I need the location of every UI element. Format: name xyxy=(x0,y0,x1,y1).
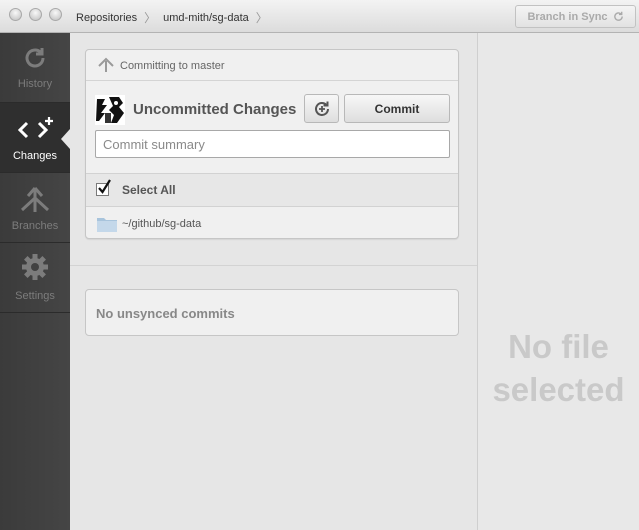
refresh-plus-icon xyxy=(314,101,329,116)
folder-icon xyxy=(97,218,117,232)
breadcrumb-repositories[interactable]: Repositories xyxy=(76,12,137,24)
sync-icon xyxy=(613,11,623,21)
uncommitted-changes-title: Uncommitted Changes xyxy=(133,101,297,118)
title-bar: Repositories 〉 umd-mith/sg-data 〉 Branch… xyxy=(0,0,639,33)
sidebar-item-label: History xyxy=(17,78,53,90)
sidebar-item-history[interactable]: History xyxy=(0,33,70,103)
discard-sync-button[interactable] xyxy=(304,94,339,123)
close-window-button[interactable] xyxy=(9,8,22,21)
select-all-row[interactable]: Select All xyxy=(86,173,458,207)
breadcrumb: Repositories 〉 umd-mith/sg-data 〉 xyxy=(76,9,275,26)
sidebar-item-label: Settings xyxy=(15,290,55,302)
active-indicator xyxy=(61,129,70,149)
no-file-selected-text: No file selected xyxy=(478,325,639,411)
branch-sync-button[interactable]: Branch in Sync xyxy=(515,5,636,28)
file-list-item[interactable]: ~/github/sg-data xyxy=(86,208,458,238)
commit-summary-input[interactable] xyxy=(95,130,450,158)
sidebar-item-changes[interactable]: Changes xyxy=(0,103,70,173)
minimize-window-button[interactable] xyxy=(29,8,42,21)
no-file-line-2: selected xyxy=(492,371,625,408)
no-unsynced-label: No unsynced commits xyxy=(96,306,235,321)
breadcrumb-separator-icon: 〉 xyxy=(255,11,268,25)
select-all-label: Select All xyxy=(122,183,176,197)
avatar xyxy=(95,95,125,125)
breadcrumb-separator-icon: 〉 xyxy=(144,11,157,25)
breadcrumb-repo[interactable]: umd-mith/sg-data xyxy=(163,12,249,24)
branch-row: Committing to master xyxy=(86,50,458,81)
unsynced-commits-panel: No unsynced commits xyxy=(85,289,459,336)
sidebar-item-label: Changes xyxy=(12,150,58,162)
select-all-checkbox[interactable] xyxy=(96,179,111,196)
file-diff-pane: No file selected xyxy=(478,33,639,530)
branch-label: Committing to master xyxy=(120,60,225,72)
history-icon xyxy=(25,48,45,68)
changes-icon xyxy=(18,117,53,139)
commit-button[interactable]: Commit xyxy=(344,94,450,123)
gear-icon xyxy=(22,254,48,280)
folder-path: ~/github/sg-data xyxy=(122,218,202,230)
checkmark-icon xyxy=(98,179,111,194)
sidebar-item-branches[interactable]: Branches xyxy=(0,173,70,243)
branch-sync-label: Branch in Sync xyxy=(527,10,608,23)
no-file-line-1: No file xyxy=(508,328,609,365)
commit-panel: Committing to master Uncommitted Changes… xyxy=(85,49,459,239)
section-divider xyxy=(70,265,477,266)
sidebar-item-label: Branches xyxy=(11,220,59,232)
sidebar: History Changes Branches Settings xyxy=(0,33,70,530)
sidebar-item-settings[interactable]: Settings xyxy=(0,243,70,313)
zoom-window-button[interactable] xyxy=(49,8,62,21)
branches-icon xyxy=(20,187,50,212)
upload-icon xyxy=(98,57,114,72)
